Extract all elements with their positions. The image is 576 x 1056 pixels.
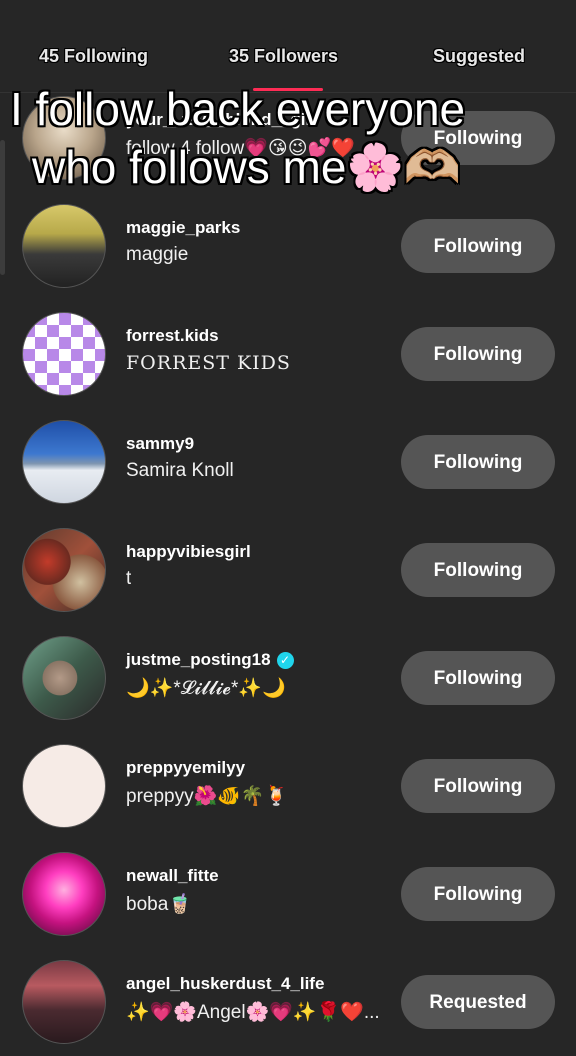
nickname: Samira Knoll <box>126 460 234 481</box>
list-item[interactable]: sammy9 Samira Knoll Following <box>0 408 576 516</box>
list-item[interactable]: angel_huskerdust_4_life ✨💗🌸Angel🌸💗✨🌹❤️..… <box>0 948 576 1056</box>
tab-followers[interactable]: 35 Followers <box>229 46 338 67</box>
following-button[interactable]: Following <box>401 651 555 705</box>
following-button[interactable]: Following <box>401 111 555 165</box>
list-item[interactable]: your__fav__blond__girl follow 4 follow💗😘… <box>0 84 576 192</box>
username[interactable]: your__fav__blond__girl <box>126 110 317 130</box>
avatar[interactable] <box>22 96 106 180</box>
list-item[interactable]: newall_fitte boba🧋 Following <box>0 840 576 948</box>
nickname: t <box>126 568 132 589</box>
avatar[interactable] <box>22 852 106 936</box>
username[interactable]: maggie_parks <box>126 218 240 238</box>
avatar[interactable] <box>22 636 106 720</box>
username-text[interactable]: justme_posting18 <box>126 650 271 669</box>
username[interactable]: angel_huskerdust_4_life <box>126 974 324 994</box>
avatar[interactable] <box>22 528 106 612</box>
tab-suggested[interactable]: Suggested <box>433 46 525 67</box>
following-button[interactable]: Following <box>401 759 555 813</box>
username[interactable]: preppyyemilyy <box>126 758 245 778</box>
nickname: ✨💗🌸Angel🌸💗✨🌹❤️... <box>126 1002 380 1023</box>
list-item[interactable]: forrest.kids FORREST KIDS Following <box>0 300 576 408</box>
verified-badge-icon: ✓ <box>276 652 294 670</box>
username[interactable]: happyvibiesgirl <box>126 542 251 562</box>
following-button[interactable]: Following <box>401 435 555 489</box>
username[interactable]: sammy9 <box>126 434 194 454</box>
username[interactable]: newall_fitte <box>126 866 219 886</box>
list-item[interactable]: happyvibiesgirl t Following <box>0 516 576 624</box>
list-item[interactable]: maggie_parks maggie Following <box>0 192 576 300</box>
avatar[interactable] <box>22 312 106 396</box>
tab-bar: 45 Following 35 Followers Suggested <box>0 0 576 93</box>
following-button[interactable]: Following <box>401 543 555 597</box>
list-item[interactable]: justme_posting18 ✓ 🌙✨*𝓛𝓲𝓵𝓵𝓲𝓮*✨🌙 Following <box>0 624 576 732</box>
list-item[interactable]: preppyyemilyy preppyy🌺🐠🌴🍹 Following <box>0 732 576 840</box>
avatar[interactable] <box>22 204 106 288</box>
requested-button[interactable]: Requested <box>401 975 555 1029</box>
following-button[interactable]: Following <box>401 219 555 273</box>
following-button[interactable]: Following <box>401 327 555 381</box>
following-button[interactable]: Following <box>401 867 555 921</box>
nickname: 🌙✨*𝓛𝓲𝓵𝓵𝓲𝓮*✨🌙 <box>126 678 286 699</box>
username[interactable]: forrest.kids <box>126 326 219 346</box>
nickname: boba🧋 <box>126 894 192 915</box>
tab-following[interactable]: 45 Following <box>39 46 148 67</box>
username[interactable]: justme_posting18 ✓ <box>126 650 294 670</box>
avatar[interactable] <box>22 744 106 828</box>
nickname: maggie <box>126 244 189 265</box>
nickname: follow 4 follow💗😘😉💕❤️ <box>126 138 355 159</box>
nickname: FORREST KIDS <box>126 352 291 374</box>
nickname: preppyy🌺🐠🌴🍹 <box>126 786 289 807</box>
avatar[interactable] <box>22 420 106 504</box>
avatar[interactable] <box>22 960 106 1044</box>
